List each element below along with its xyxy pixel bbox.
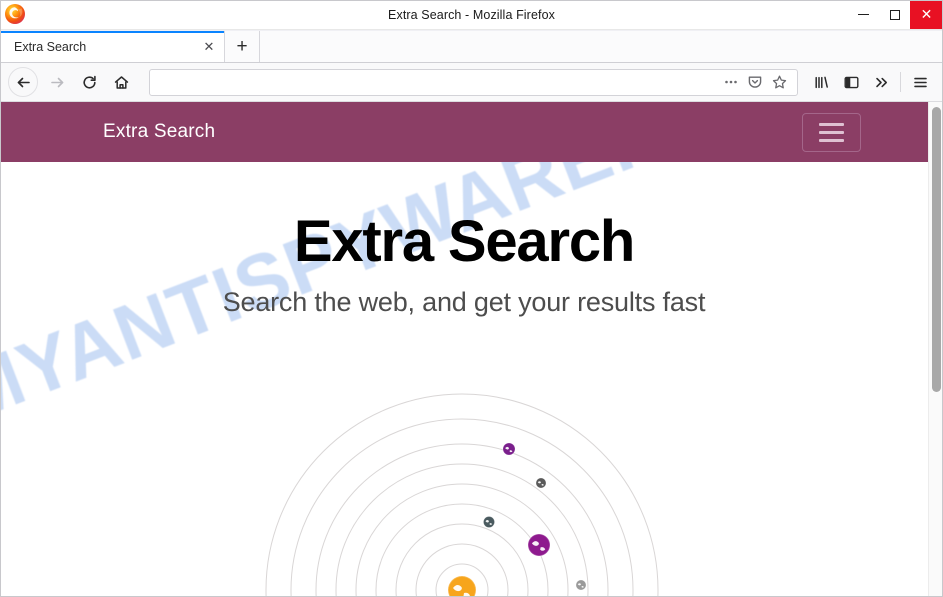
globe-rim — [535, 477, 547, 489]
sidebar-button[interactable] — [836, 67, 866, 97]
back-button[interactable] — [8, 67, 38, 97]
browser-toolbar — [0, 63, 943, 102]
site-menu-toggle-button[interactable] — [802, 113, 861, 152]
globe-body — [503, 443, 515, 455]
maximize-button[interactable] — [879, 0, 910, 29]
page-title: Extra Search — [293, 209, 635, 274]
globe-body — [536, 478, 546, 488]
back-arrow-icon — [15, 74, 32, 91]
globe-rim — [575, 579, 587, 591]
reload-button[interactable] — [73, 67, 105, 97]
chevron-double-right-icon — [873, 74, 890, 91]
site-navbar: Extra Search — [0, 102, 928, 162]
address-bar[interactable] — [149, 68, 798, 96]
firefox-logo-icon — [4, 3, 26, 25]
orbit-ring-9 — [265, 393, 659, 597]
tab-strip: Extra Search ✕ + — [0, 30, 943, 63]
globe-landmass — [485, 520, 493, 525]
globe-landmass — [505, 446, 513, 453]
url-input[interactable] — [158, 68, 719, 96]
globe-rim — [502, 442, 516, 456]
maximize-icon — [889, 9, 900, 20]
close-window-button[interactable]: ✕ — [910, 0, 943, 29]
orbit-ring-8 — [290, 418, 634, 597]
browser-window: Extra Search - Mozilla Firefox ✕ Extra S… — [0, 0, 943, 597]
globe-rim — [483, 516, 495, 528]
globe-body — [483, 516, 495, 528]
pocket-save-icon[interactable] — [743, 71, 767, 93]
minimize-icon — [858, 14, 869, 15]
globe-landmass — [537, 481, 544, 486]
home-button[interactable] — [105, 67, 137, 97]
plus-icon: + — [236, 35, 248, 57]
bookmark-star-icon[interactable] — [767, 71, 791, 93]
reload-icon — [81, 74, 98, 91]
orbit-ring-5 — [355, 483, 569, 597]
globe-landmass — [577, 583, 584, 588]
tab-strip-empty-area — [260, 31, 943, 62]
globe-body — [528, 534, 550, 556]
orbit-ring-7 — [315, 443, 609, 597]
orbit-ring-1 — [435, 563, 489, 597]
forward-button[interactable] — [41, 67, 73, 97]
globe-body — [576, 580, 586, 590]
app-menu-button[interactable] — [905, 67, 935, 97]
toolbar-separator — [900, 72, 901, 92]
window-controls: ✕ — [848, 0, 943, 29]
globe-rim — [527, 533, 551, 557]
library-button[interactable] — [806, 67, 836, 97]
planet-purple-large — [527, 533, 551, 557]
page-actions-button[interactable] — [719, 71, 743, 93]
web-page: Extra Search MYANTISPYWARE.COM Extra Sea… — [0, 102, 928, 597]
planet-gray-mid — [535, 477, 547, 489]
close-icon: ✕ — [920, 6, 933, 22]
library-icon — [813, 74, 830, 91]
page-subtitle: Search the web, and get your results fas… — [222, 286, 706, 317]
globe-landmass — [531, 541, 546, 551]
title-bar: Extra Search - Mozilla Firefox ✕ — [0, 0, 943, 30]
tab-label: Extra Search — [14, 39, 87, 54]
window-title: Extra Search - Mozilla Firefox — [388, 7, 555, 22]
orbit-ring-4 — [375, 503, 549, 597]
hamburger-bar-1 — [819, 123, 844, 126]
tab-close-icon[interactable]: ✕ — [200, 38, 218, 56]
new-tab-button[interactable]: + — [225, 31, 260, 62]
orbit-ring-2 — [415, 543, 509, 597]
site-brand[interactable]: Extra Search — [103, 121, 215, 143]
forward-arrow-icon — [49, 74, 66, 91]
sidebar-icon — [843, 74, 860, 91]
hamburger-bar-3 — [819, 139, 844, 142]
planet-gray-small — [483, 516, 495, 528]
vertical-scrollbar[interactable] — [928, 102, 943, 597]
hero-section: Extra Search Search the web, and get you… — [0, 162, 928, 318]
tab-extra-search[interactable]: Extra Search ✕ — [0, 31, 225, 62]
globe-rim — [447, 575, 477, 597]
globe-landmass — [453, 585, 470, 597]
hamburger-bar-2 — [819, 131, 844, 134]
page-viewport: Extra Search MYANTISPYWARE.COM Extra Sea… — [0, 102, 943, 597]
planet-gray-right — [575, 579, 587, 591]
globe-body — [448, 576, 476, 597]
overflow-button[interactable] — [866, 67, 896, 97]
minimize-button[interactable] — [848, 0, 879, 29]
planet-purple-small — [502, 442, 516, 456]
hamburger-menu-icon — [912, 74, 929, 91]
planet-orange-center — [447, 575, 477, 597]
orbit-ring-3 — [395, 523, 529, 597]
toolbar-right-controls — [806, 67, 935, 97]
home-icon — [113, 74, 130, 91]
scrollbar-thumb[interactable] — [932, 107, 941, 392]
orbit-ring-6 — [335, 463, 589, 597]
